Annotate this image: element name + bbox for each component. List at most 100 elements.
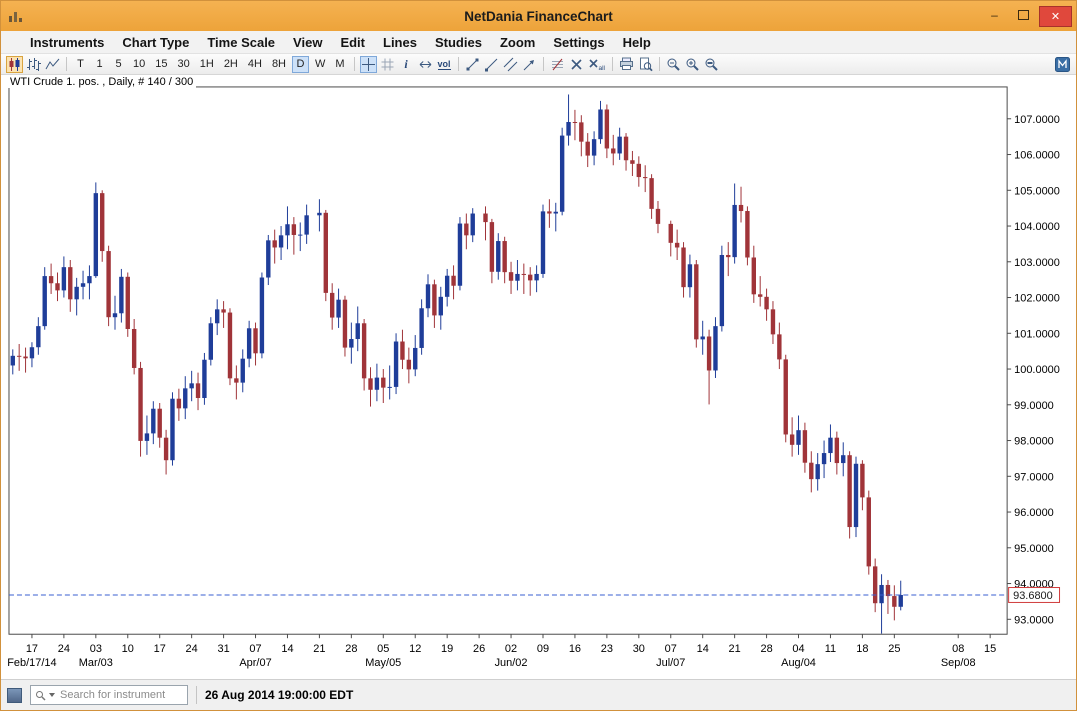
ray-icon[interactable] xyxy=(483,56,500,73)
timeframe-1m-button[interactable]: 1 xyxy=(91,56,108,73)
svg-text:19: 19 xyxy=(441,643,453,655)
svg-text:21: 21 xyxy=(729,643,741,655)
timeframe-5m-button[interactable]: 5 xyxy=(110,56,127,73)
menu-settings[interactable]: Settings xyxy=(544,35,613,50)
svg-text:103.0000: 103.0000 xyxy=(1014,257,1060,269)
zoom-reset-icon[interactable] xyxy=(703,56,720,73)
svg-text:101.0000: 101.0000 xyxy=(1014,328,1060,340)
close-icon[interactable]: ✕ xyxy=(1039,6,1072,27)
crosshair-icon[interactable] xyxy=(360,56,377,73)
app-window: NetDania FinanceChart – ✕ InstrumentsCha… xyxy=(0,0,1077,711)
menu-studies[interactable]: Studies xyxy=(426,35,491,50)
svg-text:28: 28 xyxy=(760,643,772,655)
hide-lines-icon[interactable] xyxy=(549,56,566,73)
zoom-out-icon[interactable] xyxy=(665,56,682,73)
svg-text:102.0000: 102.0000 xyxy=(1014,293,1060,305)
timeframe-weekly-button[interactable]: W xyxy=(311,56,329,73)
trendline-icon[interactable] xyxy=(464,56,481,73)
svg-text:17: 17 xyxy=(154,643,166,655)
menu-chart-type[interactable]: Chart Type xyxy=(113,35,198,50)
status-separator xyxy=(196,686,197,704)
search-box[interactable] xyxy=(30,685,188,705)
maximize-icon[interactable] xyxy=(1010,6,1037,25)
timeframe-8h-button[interactable]: 8H xyxy=(268,56,290,73)
svg-text:97.0000: 97.0000 xyxy=(1014,471,1054,483)
timeframe-2h-button[interactable]: 2H xyxy=(220,56,242,73)
svg-text:all: all xyxy=(598,65,605,71)
arrow-line-icon[interactable] xyxy=(521,56,538,73)
svg-text:106.0000: 106.0000 xyxy=(1014,150,1060,162)
timeframe-10m-button[interactable]: 10 xyxy=(129,56,149,73)
svg-text:May/05: May/05 xyxy=(365,657,401,669)
grid-icon[interactable] xyxy=(379,56,396,73)
svg-text:04: 04 xyxy=(792,643,804,655)
svg-text:93.6800: 93.6800 xyxy=(1013,590,1053,602)
toolbar-separator xyxy=(354,57,355,71)
timeframe-4h-button[interactable]: 4H xyxy=(244,56,266,73)
print-icon[interactable] xyxy=(618,56,635,73)
print-preview-icon[interactable] xyxy=(637,56,654,73)
menu-lines[interactable]: Lines xyxy=(374,35,426,50)
svg-text:100.0000: 100.0000 xyxy=(1014,364,1060,376)
svg-text:Sep/08: Sep/08 xyxy=(941,657,976,669)
svg-text:21: 21 xyxy=(313,643,325,655)
svg-text:96.0000: 96.0000 xyxy=(1014,507,1054,519)
candlestick-chart-icon[interactable] xyxy=(6,56,23,73)
menu-instruments[interactable]: Instruments xyxy=(21,35,113,50)
info-icon[interactable]: i xyxy=(398,56,415,73)
price-chart[interactable]: 107.0000106.0000105.0000104.0000103.0000… xyxy=(1,75,1076,679)
y-axis-labels: 107.0000106.0000105.0000104.0000103.0000… xyxy=(1007,114,1060,626)
menu-view[interactable]: View xyxy=(284,35,331,50)
svg-text:05: 05 xyxy=(377,643,389,655)
plot-border[interactable] xyxy=(9,87,1007,634)
zoom-in-icon[interactable] xyxy=(684,56,701,73)
menu-help[interactable]: Help xyxy=(614,35,660,50)
toolbar-separator xyxy=(612,57,613,71)
toolbar-separator xyxy=(659,57,660,71)
toolbar: T151015301H2H4H8HDWMivolall xyxy=(1,54,1076,75)
volume-icon[interactable]: vol xyxy=(436,56,453,73)
svg-text:Aug/04: Aug/04 xyxy=(781,657,816,669)
bar-chart-icon[interactable] xyxy=(25,56,42,73)
timeframe-tick-button[interactable]: T xyxy=(72,56,89,73)
svg-text:Apr/07: Apr/07 xyxy=(239,657,271,669)
timeframe-30m-button[interactable]: 30 xyxy=(174,56,194,73)
timeframe-15m-button[interactable]: 15 xyxy=(151,56,171,73)
svg-text:23: 23 xyxy=(601,643,613,655)
grip-icon xyxy=(7,688,22,703)
svg-text:11: 11 xyxy=(825,643,836,655)
instrument-label: WTI Crude 1. pos. , Daily, # 140 / 300 xyxy=(7,76,196,88)
delete-all-lines-icon[interactable]: all xyxy=(587,56,607,73)
app-chart-icon xyxy=(8,10,23,23)
timeframe-daily-button[interactable]: D xyxy=(292,56,309,73)
svg-text:18: 18 xyxy=(856,643,868,655)
svg-text:07: 07 xyxy=(249,643,261,655)
svg-text:95.0000: 95.0000 xyxy=(1014,543,1054,555)
line-chart-icon[interactable] xyxy=(44,56,61,73)
svg-text:03: 03 xyxy=(90,643,102,655)
chart-area[interactable]: WTI Crude 1. pos. , Daily, # 140 / 300 1… xyxy=(1,75,1076,679)
timeframe-monthly-button[interactable]: M xyxy=(331,56,348,73)
menu-bar: InstrumentsChart TypeTime ScaleViewEditL… xyxy=(1,31,1076,54)
search-dropdown-icon[interactable] xyxy=(49,693,55,697)
netdania-logo-icon[interactable] xyxy=(1054,56,1071,73)
title-bar[interactable]: NetDania FinanceChart – ✕ xyxy=(1,1,1076,31)
delete-line-icon[interactable] xyxy=(568,56,585,73)
expand-horizontal-icon[interactable] xyxy=(417,56,434,73)
search-input[interactable] xyxy=(58,688,183,702)
svg-text:24: 24 xyxy=(186,643,198,655)
svg-text:105.0000: 105.0000 xyxy=(1014,185,1060,197)
svg-text:17: 17 xyxy=(26,643,38,655)
svg-text:98.0000: 98.0000 xyxy=(1014,436,1054,448)
window-title: NetDania FinanceChart xyxy=(1,9,1076,24)
menu-zoom[interactable]: Zoom xyxy=(491,35,544,50)
minimize-icon[interactable]: – xyxy=(981,6,1008,25)
menu-edit[interactable]: Edit xyxy=(331,35,374,50)
svg-text:Mar/03: Mar/03 xyxy=(79,657,113,669)
toolbar-separator xyxy=(543,57,544,71)
svg-text:Jun/02: Jun/02 xyxy=(495,657,528,669)
channel-icon[interactable] xyxy=(502,56,519,73)
svg-text:Feb/17/14: Feb/17/14 xyxy=(7,657,56,669)
menu-time-scale[interactable]: Time Scale xyxy=(198,35,284,50)
timeframe-1h-button[interactable]: 1H xyxy=(196,56,218,73)
